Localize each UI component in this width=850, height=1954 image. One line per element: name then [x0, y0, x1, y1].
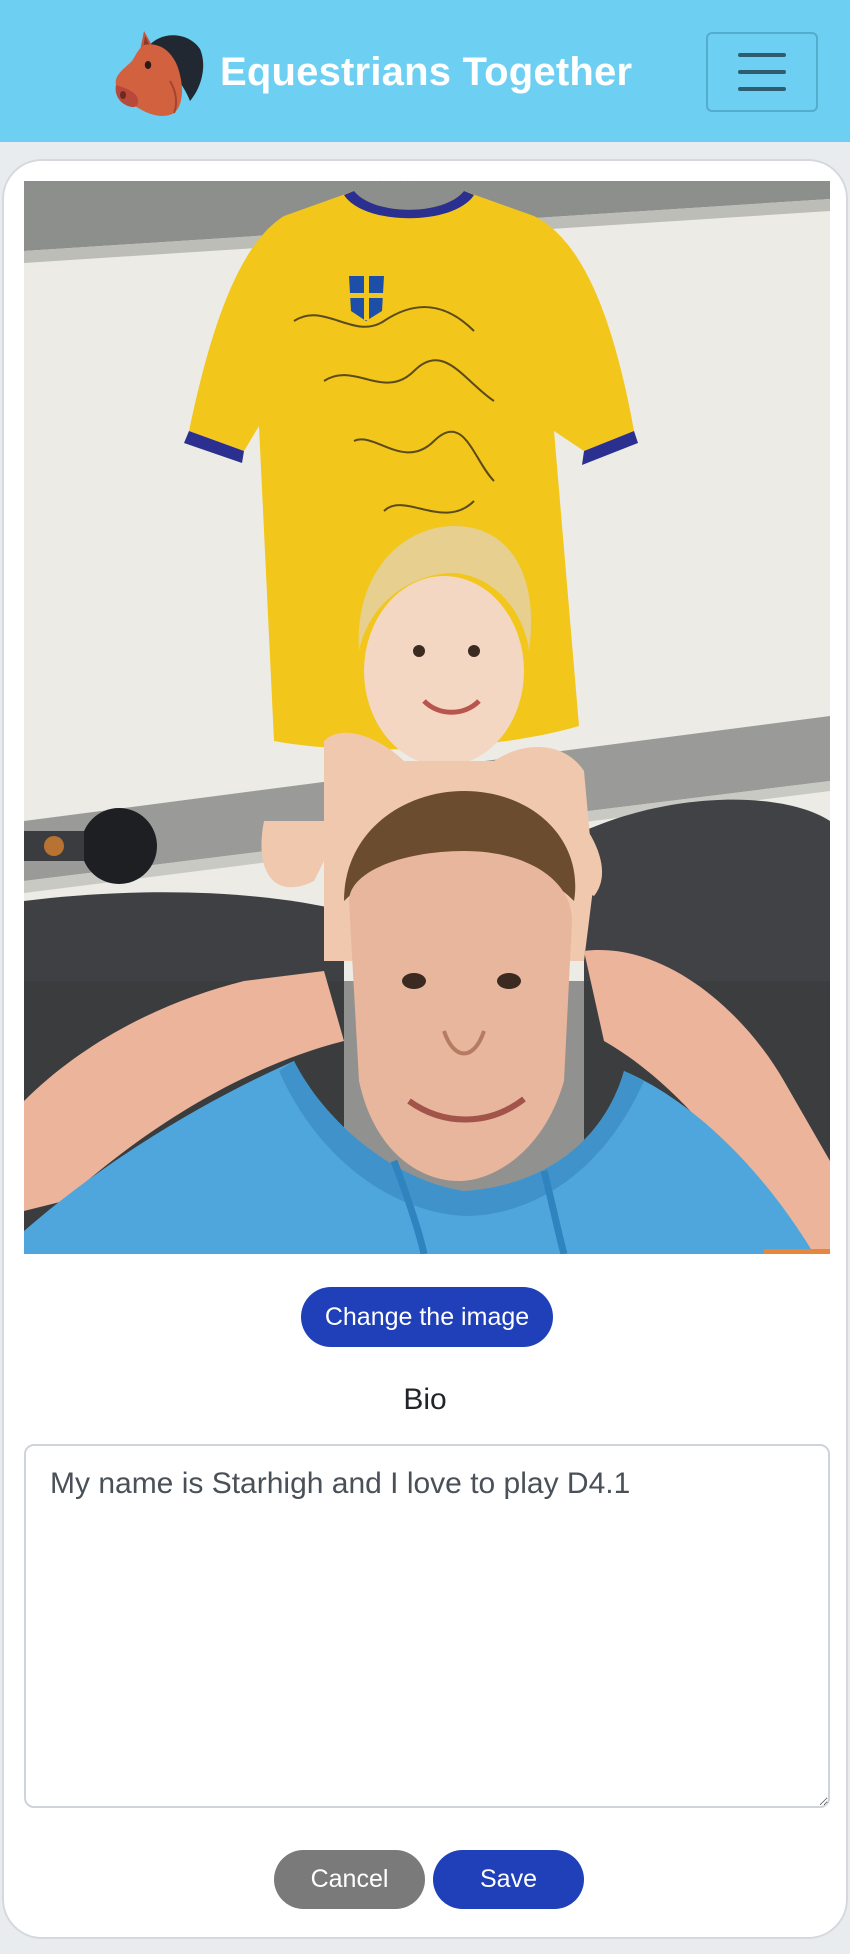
horse-head-icon	[115, 31, 204, 116]
hamburger-menu-icon-bar	[738, 87, 786, 91]
cancel-button[interactable]: Cancel	[274, 1850, 425, 1909]
save-button[interactable]: Save	[433, 1850, 584, 1909]
profile-edit-card: Change the image Bio My name is Starhigh…	[2, 159, 848, 1939]
navbar: Equestrians Together	[0, 0, 850, 142]
hamburger-menu-icon-bar	[738, 70, 786, 74]
brand-title: Equestrians Together	[220, 49, 633, 94]
bio-textarea[interactable]: My name is Starhigh and I love to play D…	[24, 1444, 830, 1808]
hamburger-menu-icon	[738, 53, 786, 57]
profile-photo	[24, 181, 830, 1254]
profile-photo-image	[24, 181, 830, 1254]
bio-label: Bio	[403, 1383, 447, 1416]
menu-toggle-button[interactable]	[706, 32, 818, 112]
change-image-button[interactable]: Change the image	[301, 1287, 553, 1347]
brand-link[interactable]: Equestrians Together	[110, 25, 632, 119]
